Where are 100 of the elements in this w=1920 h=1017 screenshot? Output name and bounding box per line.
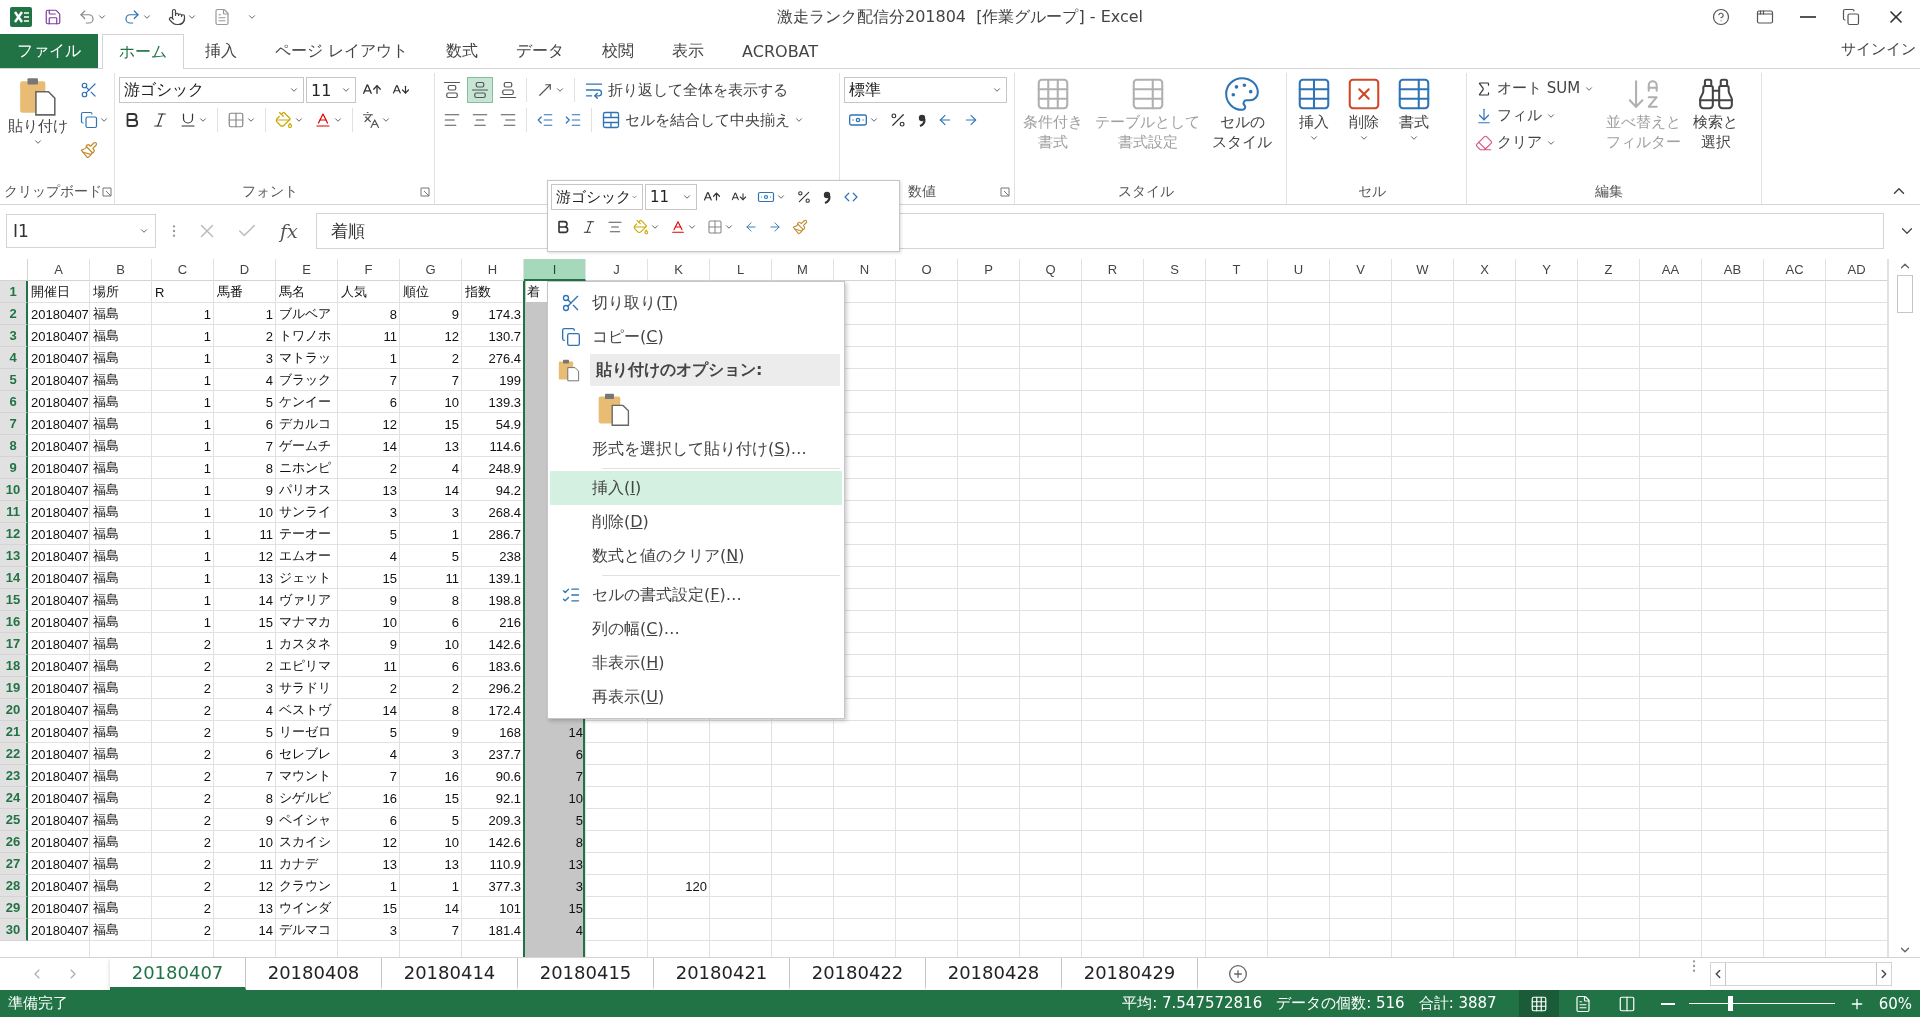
row-header[interactable]: 28 bbox=[0, 875, 28, 897]
menu-item[interactable]: セルの書式設定(F)… bbox=[550, 578, 842, 612]
zoom-level[interactable]: 60% bbox=[1878, 994, 1912, 1013]
column-header[interactable]: Y bbox=[1516, 259, 1578, 281]
column-header[interactable]: J bbox=[586, 259, 648, 281]
row-header[interactable]: 9 bbox=[0, 457, 28, 479]
menu-item[interactable]: 数式と値のクリア(N) bbox=[550, 539, 842, 573]
row-header[interactable]: 13 bbox=[0, 545, 28, 567]
column-header[interactable]: E bbox=[276, 259, 338, 281]
row-header[interactable]: 19 bbox=[0, 677, 28, 699]
row-header[interactable]: 1 bbox=[0, 281, 28, 303]
row-header[interactable]: 11 bbox=[0, 501, 28, 523]
row-header[interactable]: 25 bbox=[0, 809, 28, 831]
cells-button[interactable]: 削除 bbox=[1341, 73, 1387, 145]
column-header[interactable]: A bbox=[28, 259, 90, 281]
cells-button[interactable]: 書式 bbox=[1391, 73, 1437, 145]
row-header[interactable]: 22 bbox=[0, 743, 28, 765]
font-name-field[interactable]: 游ゴシック bbox=[119, 77, 304, 103]
file-tab[interactable]: ファイル bbox=[0, 34, 98, 68]
row-header[interactable]: 30 bbox=[0, 919, 28, 941]
menu-item[interactable]: 非表示(H) bbox=[550, 646, 842, 680]
row-header[interactable]: 6 bbox=[0, 391, 28, 413]
row-header[interactable]: 23 bbox=[0, 765, 28, 787]
editing-button[interactable]: 検索と 選択 bbox=[1689, 73, 1743, 154]
row-header[interactable]: 18 bbox=[0, 655, 28, 677]
normal-view-button[interactable] bbox=[1518, 990, 1559, 1017]
row-header[interactable]: 7 bbox=[0, 413, 28, 435]
name-box[interactable]: I1 bbox=[6, 214, 156, 248]
column-header[interactable]: G bbox=[400, 259, 462, 281]
number-format-field[interactable]: 標準 bbox=[844, 77, 1007, 103]
fill-button[interactable]: フィル bbox=[1471, 104, 1599, 127]
autosum-button[interactable]: オート SUM bbox=[1471, 77, 1599, 100]
column-header[interactable]: L bbox=[710, 259, 772, 281]
column-header[interactable]: H bbox=[462, 259, 524, 281]
row-header[interactable]: 20 bbox=[0, 699, 28, 721]
menu-item[interactable]: 切り取り(T) bbox=[550, 286, 842, 320]
ribbon-tab[interactable]: ホーム bbox=[102, 34, 184, 69]
column-header[interactable]: M bbox=[772, 259, 834, 281]
column-header[interactable]: AB bbox=[1702, 259, 1764, 281]
column-header[interactable]: Z bbox=[1578, 259, 1640, 281]
column-header[interactable]: AD bbox=[1826, 259, 1888, 281]
styles-button[interactable]: セルの スタイル bbox=[1208, 73, 1276, 154]
column-header[interactable]: S bbox=[1144, 259, 1206, 281]
column-header[interactable]: D bbox=[214, 259, 276, 281]
menu-item[interactable]: 削除(D) bbox=[550, 505, 842, 539]
row-header[interactable]: 14 bbox=[0, 567, 28, 589]
insert-function-button[interactable]: fx bbox=[272, 220, 306, 242]
column-header[interactable]: I bbox=[524, 259, 586, 281]
row-header[interactable]: 15 bbox=[0, 589, 28, 611]
row-header[interactable]: 24 bbox=[0, 787, 28, 809]
column-header[interactable]: K bbox=[648, 259, 710, 281]
column-header[interactable]: W bbox=[1392, 259, 1454, 281]
column-header[interactable]: X bbox=[1454, 259, 1516, 281]
column-header[interactable]: B bbox=[90, 259, 152, 281]
row-header[interactable]: 29 bbox=[0, 897, 28, 919]
column-header[interactable]: R bbox=[1082, 259, 1144, 281]
merge-center-button[interactable]: セルを結合して中央揃え bbox=[597, 108, 808, 132]
row-header[interactable]: 3 bbox=[0, 325, 28, 347]
column-header[interactable]: AC bbox=[1764, 259, 1826, 281]
row-header[interactable]: 8 bbox=[0, 435, 28, 457]
menu-item[interactable]: 形式を選択して貼り付け(S)… bbox=[550, 432, 842, 466]
row-header[interactable]: 26 bbox=[0, 831, 28, 853]
menu-item[interactable]: 再表示(U) bbox=[550, 680, 842, 714]
column-header[interactable]: Q bbox=[1020, 259, 1082, 281]
column-header[interactable]: T bbox=[1206, 259, 1268, 281]
column-header[interactable]: C bbox=[152, 259, 214, 281]
row-header[interactable]: 16 bbox=[0, 611, 28, 633]
row-header[interactable]: 4 bbox=[0, 347, 28, 369]
sheet-tab[interactable]: 20180407 bbox=[110, 958, 246, 990]
paste-button[interactable]: 貼り付け bbox=[4, 73, 72, 149]
align-middle-button[interactable] bbox=[467, 77, 493, 103]
cell-grid[interactable] bbox=[28, 281, 1888, 957]
menu-item[interactable]: 挿入(I) bbox=[550, 471, 842, 505]
row-header[interactable]: 12 bbox=[0, 523, 28, 545]
row-header[interactable]: 21 bbox=[0, 721, 28, 743]
wrap-text-button[interactable]: 折り返して全体を表示する bbox=[580, 78, 792, 102]
font-size-field[interactable]: 11 bbox=[645, 184, 697, 210]
font-name-field[interactable]: 游ゴシック bbox=[551, 184, 643, 210]
column-header[interactable]: U bbox=[1268, 259, 1330, 281]
row-header[interactable]: 10 bbox=[0, 479, 28, 501]
horizontal-scrollbar[interactable] bbox=[1710, 962, 1892, 986]
row-header[interactable]: 5 bbox=[0, 369, 28, 391]
clear-button[interactable]: クリア bbox=[1471, 131, 1599, 154]
column-header[interactable]: AA bbox=[1640, 259, 1702, 281]
column-header[interactable]: F bbox=[338, 259, 400, 281]
row-header[interactable]: 17 bbox=[0, 633, 28, 655]
column-header[interactable]: O bbox=[896, 259, 958, 281]
row-header[interactable]: 2 bbox=[0, 303, 28, 325]
font-size-field[interactable]: 11 bbox=[306, 77, 356, 103]
column-header[interactable]: P bbox=[958, 259, 1020, 281]
column-header[interactable]: N bbox=[834, 259, 896, 281]
scroll-thumb[interactable] bbox=[1896, 275, 1913, 313]
cells-button[interactable]: 挿入 bbox=[1291, 73, 1337, 145]
launcher-icon[interactable] bbox=[420, 187, 430, 197]
menu-item[interactable]: 列の幅(C)… bbox=[550, 612, 842, 646]
column-header[interactable]: V bbox=[1330, 259, 1392, 281]
slider-thumb[interactable] bbox=[1727, 996, 1733, 1011]
launcher-icon[interactable] bbox=[102, 187, 112, 197]
menu-item[interactable]: コピー(C) bbox=[550, 320, 842, 354]
row-header[interactable]: 27 bbox=[0, 853, 28, 875]
